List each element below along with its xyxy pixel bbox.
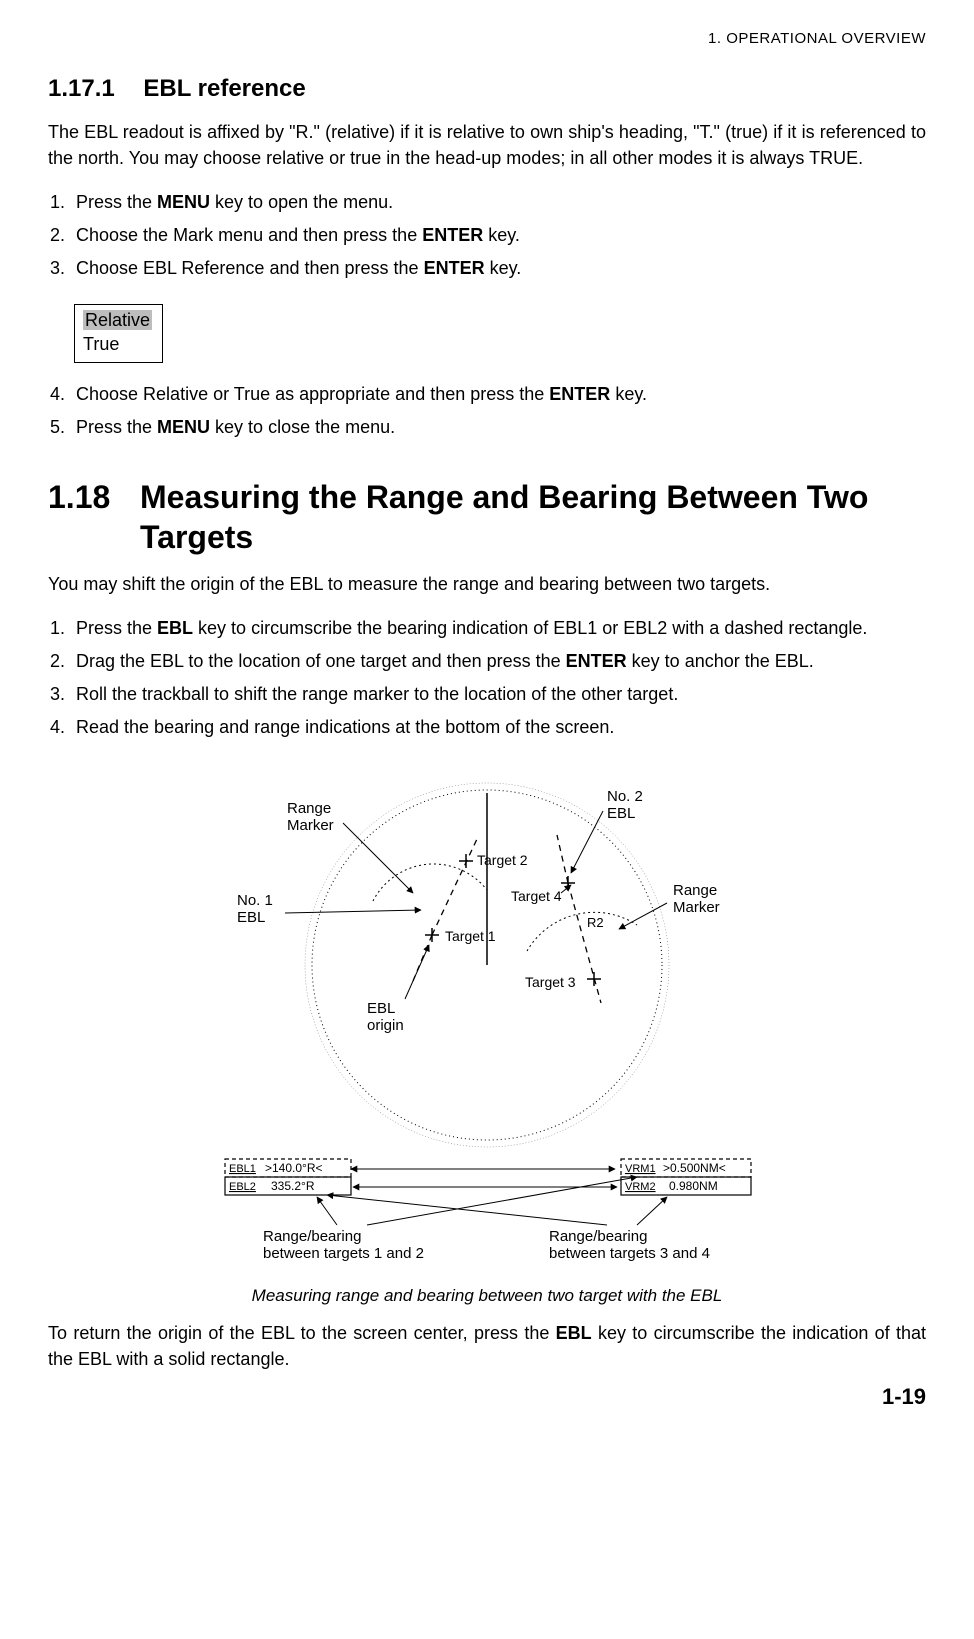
svg-text:RangeMarker: RangeMarker <box>673 882 720 916</box>
steps-1-18: Press the EBL key to circumscribe the be… <box>48 615 926 741</box>
step-text: key to close the menu. <box>210 417 395 437</box>
step-text: key. <box>485 258 522 278</box>
step: Read the bearing and range indications a… <box>70 714 926 741</box>
fig-label: Range <box>673 882 717 899</box>
heading-1-17-1: 1.17.1 EBL reference <box>48 75 926 103</box>
step-key: ENTER <box>566 651 627 671</box>
readout-value: >140.0°R< <box>265 1161 323 1175</box>
step-text: Choose EBL Reference and then press the <box>76 258 424 278</box>
step-text: key to circumscribe the bearing indicati… <box>193 618 867 638</box>
option-selected: Relative <box>83 310 152 330</box>
readout-value: 0.980NM <box>669 1179 718 1193</box>
para-1-18-outro: To return the origin of the EBL to the s… <box>48 1320 926 1372</box>
readout-ebl: EBL1 >140.0°R< EBL2 335.2°R <box>225 1159 351 1195</box>
readout-label: EBL2 <box>229 1181 256 1193</box>
svg-text:Range/bearingbetween targets 3: Range/bearingbetween targets 3 and 4 <box>549 1228 710 1262</box>
step: Press the EBL key to circumscribe the be… <box>70 615 926 642</box>
svg-text:RangeMarker: RangeMarker <box>287 800 334 834</box>
step-key: MENU <box>157 192 210 212</box>
step-key: EBL <box>157 618 193 638</box>
readout-label: VRM2 <box>625 1181 656 1193</box>
readout-label: VRM1 <box>625 1163 656 1175</box>
step: Press the MENU key to open the menu. <box>70 189 926 216</box>
step-text: key. <box>610 384 647 404</box>
step: Choose Relative or True as appropriate a… <box>70 381 926 408</box>
para-1-18-intro: You may shift the origin of the EBL to m… <box>48 571 926 597</box>
step-text: Press the <box>76 618 157 638</box>
option-box: Relative True <box>74 304 163 363</box>
step-key: ENTER <box>424 258 485 278</box>
step-key: ENTER <box>422 225 483 245</box>
svg-text:EBLorigin: EBLorigin <box>367 1000 404 1034</box>
svg-text:Range/bearingbetween targets 1: Range/bearingbetween targets 1 and 2 <box>263 1228 424 1262</box>
fig-label: Marker <box>287 817 334 834</box>
fig-label: No. 1 <box>237 892 273 909</box>
fig-label: Target 2 <box>477 852 528 868</box>
heading-number: 1.18 <box>48 477 140 557</box>
readout-label: EBL1 <box>229 1163 256 1175</box>
step: Choose the Mark menu and then press the … <box>70 222 926 249</box>
step: Roll the trackball to shift the range ma… <box>70 681 926 708</box>
fig-label: EBL <box>367 1000 395 1017</box>
figure-caption: Measuring range and bearing between two … <box>167 1286 807 1306</box>
readout-vrm: VRM1 >0.500NM< VRM2 0.980NM <box>621 1159 751 1195</box>
fig-label: Target 3 <box>525 974 576 990</box>
step: Choose EBL Reference and then press the … <box>70 255 926 282</box>
fig-label: EBL <box>237 909 265 926</box>
fig-label: origin <box>367 1017 404 1034</box>
steps-1-17-1-a: Press the MENU key to open the menu. Cho… <box>48 189 926 282</box>
fig-caption-text: between targets 3 and 4 <box>549 1245 710 1262</box>
step-text: Press the <box>76 417 157 437</box>
fig-label: Range <box>287 800 331 817</box>
step-text: Drag the EBL to the location of one targ… <box>76 651 566 671</box>
step: Press the MENU key to close the menu. <box>70 414 926 441</box>
heading-1-18: 1.18 Measuring the Range and Bearing Bet… <box>48 477 926 557</box>
fig-label: Target 1 <box>445 928 496 944</box>
readout-value: >0.500NM< <box>663 1161 726 1175</box>
readout-value: 335.2°R <box>271 1179 315 1193</box>
svg-text:No. 1EBL: No. 1EBL <box>237 892 273 926</box>
ebl-diagram-svg: R2 RangeMarker No. 1EBL EBLorigin Target… <box>167 755 807 1275</box>
figure-ebl-diagram: R2 RangeMarker No. 1EBL EBLorigin Target… <box>167 755 807 1306</box>
fig-label: EBL <box>607 805 635 822</box>
step-text: Choose Relative or True as appropriate a… <box>76 384 549 404</box>
heading-title: Measuring the Range and Bearing Between … <box>140 477 926 557</box>
step: Drag the EBL to the location of one targ… <box>70 648 926 675</box>
page-number: 1-19 <box>882 1384 926 1410</box>
svg-text:No. 2EBL: No. 2EBL <box>607 788 643 822</box>
fig-label: Marker <box>673 899 720 916</box>
step-key: ENTER <box>549 384 610 404</box>
outro-text: To return the origin of the EBL to the s… <box>48 1323 556 1343</box>
fig-label: Target 4 <box>511 888 562 904</box>
fig-label: No. 2 <box>607 788 643 805</box>
step-text: Read the bearing and range indications a… <box>76 717 614 737</box>
outro-key: EBL <box>556 1323 592 1343</box>
page: 1. OPERATIONAL OVERVIEW 1.17.1 EBL refer… <box>0 0 974 1430</box>
running-header: 1. OPERATIONAL OVERVIEW <box>48 30 926 47</box>
step-text: Roll the trackball to shift the range ma… <box>76 684 678 704</box>
heading-title: EBL reference <box>143 75 305 102</box>
heading-number: 1.17.1 <box>48 75 115 103</box>
step-text: key to open the menu. <box>210 192 393 212</box>
step-key: MENU <box>157 417 210 437</box>
steps-1-17-1-b: Choose Relative or True as appropriate a… <box>48 381 926 441</box>
fig-caption-text: Range/bearing <box>549 1228 647 1245</box>
para-1-17-1: The EBL readout is affixed by "R." (rela… <box>48 119 926 171</box>
step-text: key to anchor the EBL. <box>627 651 814 671</box>
fig-caption-text: Range/bearing <box>263 1228 361 1245</box>
fig-label-r2: R2 <box>587 915 604 930</box>
fig-caption-text: between targets 1 and 2 <box>263 1245 424 1262</box>
step-text: Press the <box>76 192 157 212</box>
step-text: Choose the Mark menu and then press the <box>76 225 422 245</box>
step-text: key. <box>483 225 520 245</box>
option-other: True <box>83 333 152 356</box>
